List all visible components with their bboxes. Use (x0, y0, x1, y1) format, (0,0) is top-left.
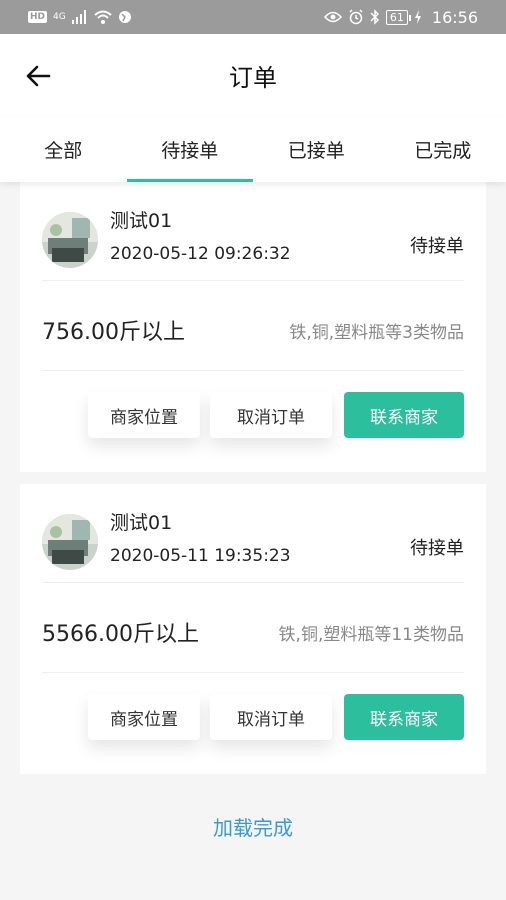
order-items: 铁,铜,塑料瓶等11类物品 (278, 625, 464, 645)
shop-avatar (42, 514, 98, 570)
shop-name: 测试01 (110, 210, 173, 232)
arrow-left-icon (26, 65, 51, 87)
order-status: 待接单 (410, 538, 464, 559)
bluetooth-icon (370, 9, 379, 25)
divider (42, 582, 464, 583)
status-bar: HD 4G 61 16:56 (0, 0, 506, 34)
tab-pending[interactable]: 待接单 (126, 116, 254, 182)
order-time: 2020-05-11 19:35:23 (110, 546, 291, 566)
status-bar-right: 61 16:56 (323, 7, 478, 27)
divider (42, 370, 464, 371)
contact-shop-button[interactable]: 联系商家 (344, 694, 464, 740)
order-card: 测试01 2020-05-11 19:35:23 待接单 5566.00斤以上 … (20, 484, 486, 774)
shop-avatar (42, 212, 98, 268)
tab-accepted[interactable]: 已接单 (253, 116, 380, 182)
divider (42, 280, 464, 281)
order-tabs: 全部 待接单 已接单 已完成 (0, 116, 506, 182)
order-time: 2020-05-12 09:26:32 (110, 244, 291, 264)
shop-location-button[interactable]: 商家位置 (88, 392, 200, 438)
contact-shop-button[interactable]: 联系商家 (344, 392, 464, 438)
clock-time: 16:56 (431, 7, 478, 27)
order-items: 铁,铜,塑料瓶等3类物品 (289, 323, 464, 343)
page-title: 订单 (229, 63, 277, 92)
back-button[interactable] (20, 58, 56, 94)
eye-icon (323, 11, 342, 23)
tab-completed[interactable]: 已完成 (380, 116, 506, 182)
charging-icon (414, 10, 421, 24)
cancel-order-button[interactable]: 取消订单 (210, 694, 332, 740)
status-bar-left: HD 4G (28, 10, 132, 24)
cancel-order-button[interactable]: 取消订单 (210, 392, 332, 438)
order-weight: 5566.00斤以上 (42, 622, 199, 647)
globe-icon (118, 11, 131, 23)
order-status: 待接单 (410, 236, 464, 257)
load-complete-text: 加载完成 (213, 816, 293, 840)
app-header: 订单 (0, 34, 506, 116)
shop-location-button[interactable]: 商家位置 (88, 694, 200, 740)
tab-all[interactable]: 全部 (0, 116, 127, 182)
divider (42, 672, 464, 673)
alarm-icon (349, 9, 363, 25)
shop-name: 测试01 (110, 512, 173, 534)
battery-indicator: 61 (385, 9, 411, 25)
order-weight: 756.00斤以上 (42, 320, 185, 345)
hd-badge: HD (28, 11, 48, 23)
wifi-icon (94, 10, 112, 24)
signal-icon (71, 10, 86, 24)
order-card: 测试01 2020-05-12 09:26:32 待接单 756.00斤以上 铁… (20, 182, 486, 472)
network-type: 4G (53, 11, 66, 22)
